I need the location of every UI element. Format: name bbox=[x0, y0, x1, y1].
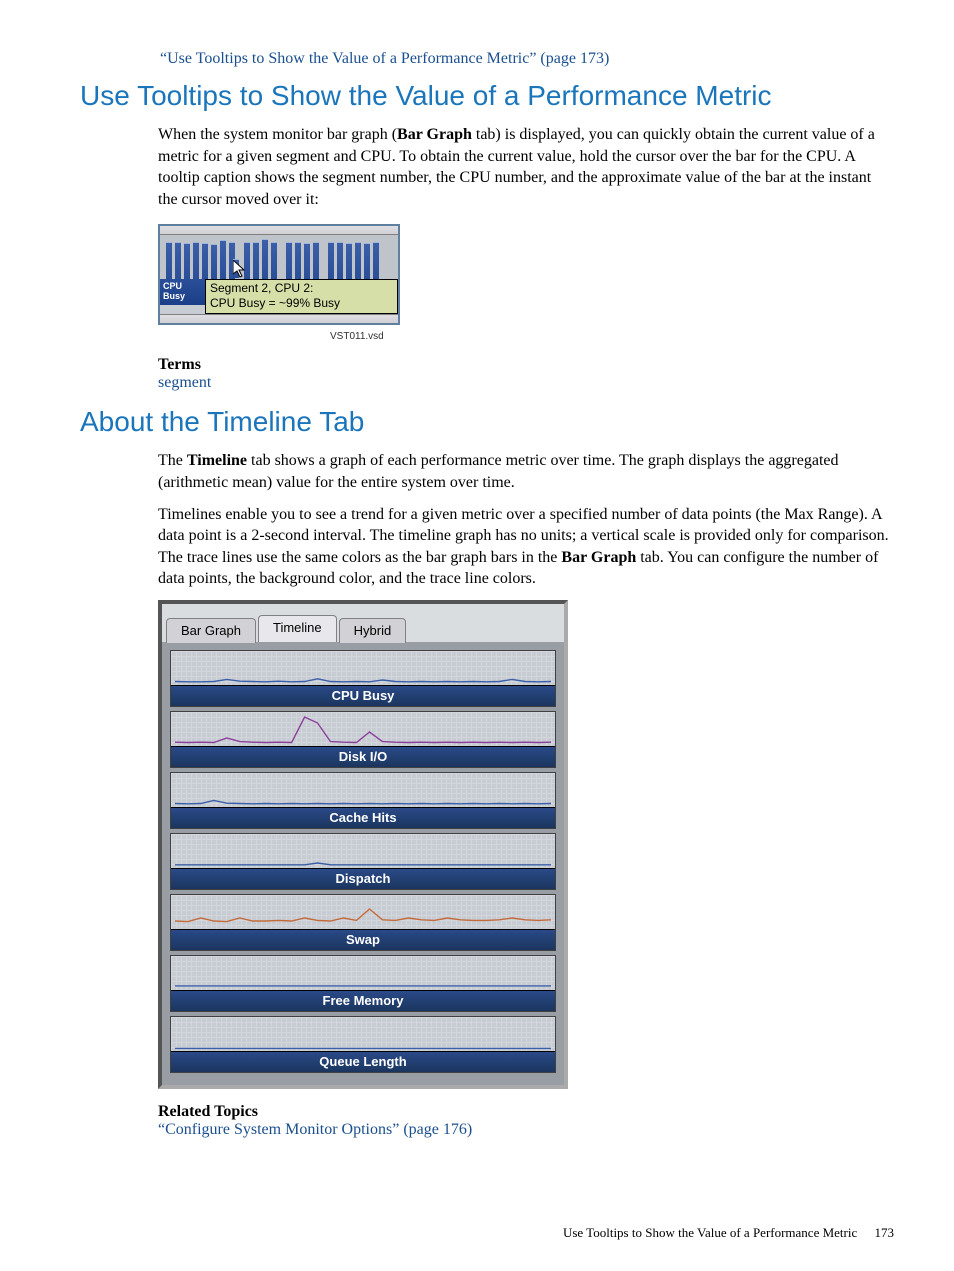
tooltip-caption: Segment 2, CPU 2: CPU Busy = ~99% Busy bbox=[205, 279, 398, 314]
bar bbox=[295, 242, 301, 279]
bar bbox=[337, 242, 343, 279]
timeline-row: Free Memory bbox=[170, 955, 556, 1012]
bar bbox=[364, 243, 370, 279]
tab-bar-graph[interactable]: Bar Graph bbox=[166, 618, 256, 643]
timeline-chart bbox=[171, 651, 555, 685]
timeline-label: Dispatch bbox=[171, 868, 555, 889]
page-footer: Use Tooltips to Show the Value of a Perf… bbox=[563, 1225, 894, 1241]
bar bbox=[373, 242, 379, 279]
paragraph-tooltips: When the system monitor bar graph (Bar G… bbox=[158, 124, 894, 210]
tooltip-line: Segment 2, CPU 2: bbox=[210, 281, 393, 296]
timeline-label: Free Memory bbox=[171, 990, 555, 1011]
timeline-row: Disk I/O bbox=[170, 711, 556, 768]
timeline-row: CPU Busy bbox=[170, 650, 556, 707]
timeline-row: Dispatch bbox=[170, 833, 556, 890]
related-label: Related Topics bbox=[158, 1103, 894, 1121]
terms-block: Terms segment bbox=[158, 356, 894, 392]
bar bbox=[202, 243, 208, 279]
related-link-configure-monitor[interactable]: “Configure System Monitor Options” (page… bbox=[158, 1121, 894, 1139]
heading-timeline: About the Timeline Tab bbox=[80, 406, 894, 438]
timeline-chart bbox=[171, 712, 555, 746]
figure-filename: VST011.vsd bbox=[330, 331, 894, 342]
paragraph-timeline-1: The Timeline tab shows a graph of each p… bbox=[158, 450, 894, 493]
timeline-chart bbox=[171, 834, 555, 868]
bar-graph-area bbox=[160, 235, 398, 279]
toc-link[interactable]: “Use Tooltips to Show the Value of a Per… bbox=[160, 50, 894, 68]
tab-bar: Bar Graph Timeline Hybrid bbox=[162, 604, 564, 642]
timeline-label: Cache Hits bbox=[171, 807, 555, 828]
bar bbox=[220, 240, 226, 279]
timeline-row: Queue Length bbox=[170, 1016, 556, 1073]
timeline-label: Disk I/O bbox=[171, 746, 555, 767]
timeline-label: CPU Busy bbox=[171, 685, 555, 706]
panel-top-border bbox=[160, 226, 398, 235]
timeline-chart bbox=[171, 773, 555, 807]
text-bold: Bar Graph bbox=[397, 126, 472, 143]
tab-hybrid[interactable]: Hybrid bbox=[339, 618, 407, 643]
related-topics: Related Topics “Configure System Monitor… bbox=[158, 1103, 894, 1139]
bar bbox=[328, 242, 334, 279]
terms-label: Terms bbox=[158, 356, 894, 374]
footer-page-number: 173 bbox=[875, 1225, 895, 1240]
bar bbox=[253, 242, 259, 279]
timeline-chart bbox=[171, 895, 555, 929]
timeline-row: Swap bbox=[170, 894, 556, 951]
bar bbox=[304, 243, 310, 279]
timeline-label: Swap bbox=[171, 929, 555, 950]
figure-tooltip-bargraph: CPU Busy Segment 2, CPU 2: CPU Busy = ~9… bbox=[158, 224, 894, 325]
bar bbox=[211, 244, 217, 279]
bar bbox=[355, 242, 361, 279]
footer-title: Use Tooltips to Show the Value of a Perf… bbox=[563, 1225, 857, 1240]
bar bbox=[184, 243, 190, 279]
timeline-body: CPU Busy Disk I/O Cache Hits Dispatch Swap Fr… bbox=[162, 642, 564, 1085]
text: tab shows a graph of each performance me… bbox=[158, 452, 839, 491]
timeline-label: Queue Length bbox=[171, 1051, 555, 1072]
tooltip-line: CPU Busy = ~99% Busy bbox=[210, 296, 393, 311]
heading-tooltips: Use Tooltips to Show the Value of a Perf… bbox=[80, 80, 894, 112]
term-link-segment[interactable]: segment bbox=[158, 374, 894, 392]
text-bold: Timeline bbox=[187, 452, 247, 469]
bar bbox=[346, 243, 352, 279]
bar bbox=[313, 242, 319, 279]
timeline-chart bbox=[171, 956, 555, 990]
bar bbox=[262, 239, 268, 280]
bar bbox=[175, 242, 181, 279]
timeline-row: Cache Hits bbox=[170, 772, 556, 829]
text: When the system monitor bar graph ( bbox=[158, 126, 397, 143]
bar bbox=[286, 242, 292, 280]
tab-timeline[interactable]: Timeline bbox=[258, 615, 337, 642]
text: The bbox=[158, 452, 187, 469]
cursor-icon bbox=[233, 259, 239, 278]
timeline-chart bbox=[171, 1017, 555, 1051]
metric-label-cpu-busy: CPU Busy bbox=[160, 279, 205, 305]
bar bbox=[193, 242, 199, 279]
text-bold: Bar Graph bbox=[561, 549, 636, 566]
paragraph-timeline-2: Timelines enable you to see a trend for … bbox=[158, 504, 894, 590]
bar bbox=[166, 242, 172, 280]
bar bbox=[271, 242, 277, 279]
panel-bottom-border bbox=[160, 314, 398, 323]
figure-timeline-panel: Bar Graph Timeline Hybrid CPU Busy Disk I… bbox=[158, 600, 568, 1089]
